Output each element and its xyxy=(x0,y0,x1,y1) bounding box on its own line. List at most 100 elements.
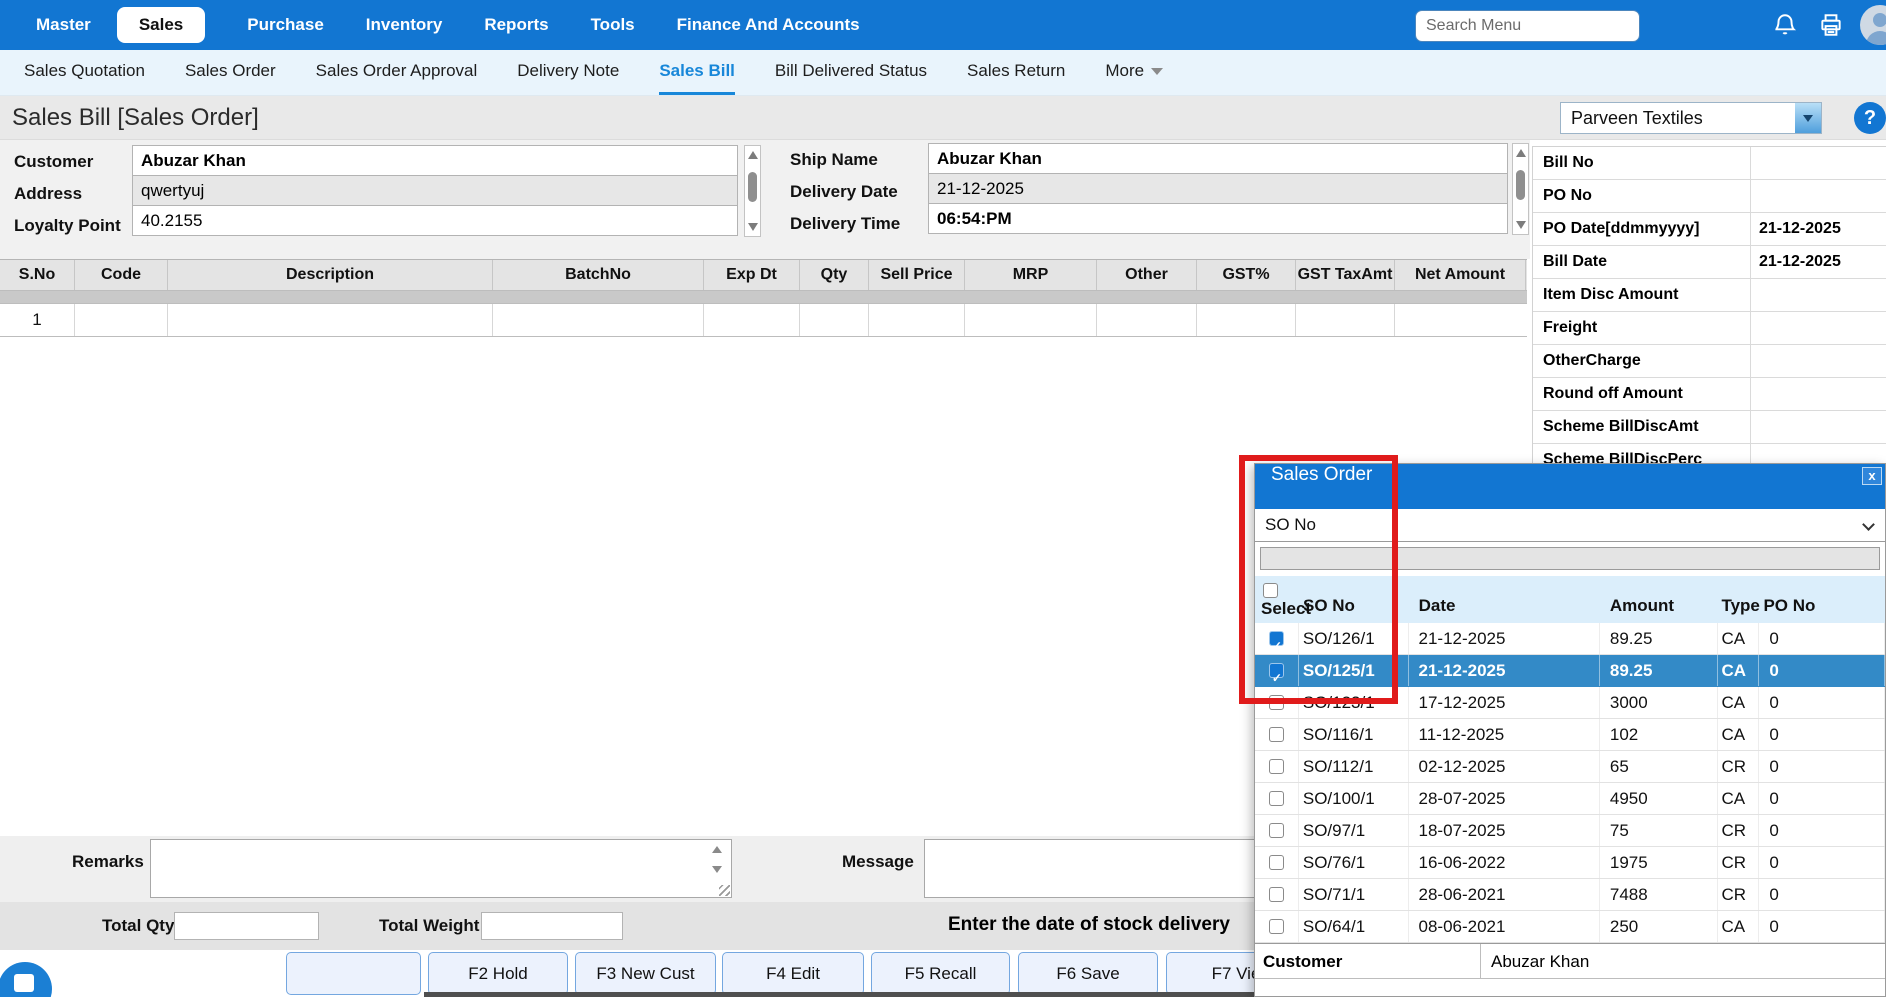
scroll-down-icon[interactable] xyxy=(1516,221,1526,229)
date-cell: 08-06-2021 xyxy=(1409,911,1600,942)
ship-panel-scrollbar[interactable] xyxy=(1512,143,1529,235)
row-checkbox[interactable] xyxy=(1269,823,1284,838)
popup-search-input[interactable] xyxy=(1260,547,1880,570)
nav-finance-and-accounts[interactable]: Finance And Accounts xyxy=(677,15,860,35)
cell-other[interactable] xyxy=(1097,304,1197,336)
delivery-date-input[interactable] xyxy=(928,173,1508,204)
po-no-value[interactable] xyxy=(1751,180,1886,212)
cell-expdt[interactable] xyxy=(704,304,800,336)
bill-date-value[interactable]: 21-12-2025 xyxy=(1751,246,1886,278)
customer-input[interactable] xyxy=(132,145,738,176)
bill-no-value[interactable] xyxy=(1751,147,1886,179)
f5-recall-button[interactable]: F5 Recall xyxy=(871,952,1010,995)
printer-icon[interactable] xyxy=(1818,12,1844,38)
tab-more[interactable]: More xyxy=(1105,50,1163,95)
f4-edit-button[interactable]: F4 Edit xyxy=(722,952,864,995)
row-checkbox[interactable] xyxy=(1269,791,1284,806)
item-disc-amount-value[interactable] xyxy=(1751,279,1886,311)
tab-sales-quotation[interactable]: Sales Quotation xyxy=(24,50,145,95)
so-row[interactable]: SO/116/1 11-12-2025 102 CA 0 xyxy=(1255,719,1885,751)
cell-mrp[interactable] xyxy=(965,304,1097,336)
cell-sno[interactable]: 1 xyxy=(0,304,75,336)
cell-gstpct[interactable] xyxy=(1197,304,1296,336)
other-charge-value[interactable] xyxy=(1751,345,1886,377)
user-avatar[interactable] xyxy=(1860,5,1886,45)
tab-sales-return[interactable]: Sales Return xyxy=(967,50,1065,95)
scrollbar-thumb[interactable] xyxy=(748,172,757,202)
search-menu-input[interactable] xyxy=(1415,10,1640,42)
item-disc-amount-label: Item Disc Amount xyxy=(1533,279,1751,311)
freight-value[interactable] xyxy=(1751,312,1886,344)
total-weight-input[interactable] xyxy=(481,912,623,940)
row-checkbox[interactable] xyxy=(1269,695,1284,710)
nav-master[interactable]: Master xyxy=(36,15,91,35)
cell-description[interactable] xyxy=(168,304,493,336)
f3-new-cust-button[interactable]: F3 New Cust xyxy=(575,952,716,995)
nav-purchase[interactable]: Purchase xyxy=(247,15,324,35)
date-cell: 28-07-2025 xyxy=(1409,783,1600,814)
scroll-down-icon[interactable] xyxy=(748,223,758,231)
so-row[interactable]: SO/112/1 02-12-2025 65 CR 0 xyxy=(1255,751,1885,783)
scroll-up-icon[interactable] xyxy=(748,151,758,159)
scroll-down-icon[interactable] xyxy=(712,866,722,873)
cell-code[interactable] xyxy=(75,304,168,336)
round-off-amount-value[interactable] xyxy=(1751,378,1886,410)
blank-button[interactable] xyxy=(286,952,421,995)
row-checkbox[interactable] xyxy=(1269,759,1284,774)
row-checkbox[interactable] xyxy=(1269,919,1284,934)
nav-reports[interactable]: Reports xyxy=(484,15,548,35)
so-row[interactable]: SO/64/1 08-06-2021 250 CA 0 xyxy=(1255,911,1885,943)
so-row[interactable]: SO/76/1 16-06-2022 1975 CR 0 xyxy=(1255,847,1885,879)
row-checkbox[interactable] xyxy=(1269,727,1284,742)
row-checkbox[interactable] xyxy=(1269,855,1284,870)
total-qty-input[interactable] xyxy=(174,912,319,940)
so-row[interactable]: SO/123/1 17-12-2025 3000 CA 0 xyxy=(1255,687,1885,719)
nav-inventory[interactable]: Inventory xyxy=(366,15,443,35)
so-filter-select[interactable]: SO No xyxy=(1255,509,1885,542)
nav-tools[interactable]: Tools xyxy=(591,15,635,35)
so-row[interactable]: SO/125/1 21-12-2025 89.25 CA 0 xyxy=(1255,655,1885,687)
so-row[interactable]: SO/126/1 21-12-2025 89.25 CA 0 xyxy=(1255,623,1885,655)
tab-sales-order-approval[interactable]: Sales Order Approval xyxy=(316,50,478,95)
cell-sellprice[interactable] xyxy=(869,304,965,336)
resize-grip-icon[interactable] xyxy=(719,885,730,896)
f2-hold-button[interactable]: F2 Hold xyxy=(428,952,568,995)
delivery-time-input[interactable] xyxy=(928,203,1508,234)
select-all-checkbox[interactable] xyxy=(1263,583,1278,598)
company-selector[interactable]: Parveen Textiles xyxy=(1560,102,1822,134)
scheme-billdiscamt-label: Scheme BillDiscAmt xyxy=(1533,411,1751,443)
f6-save-button[interactable]: F6 Save xyxy=(1018,952,1158,995)
help-icon[interactable]: ? xyxy=(1854,102,1886,134)
tab-sales-order[interactable]: Sales Order xyxy=(185,50,276,95)
row-checkbox[interactable] xyxy=(1269,663,1284,678)
scroll-up-icon[interactable] xyxy=(1516,149,1526,157)
tab-sales-bill[interactable]: Sales Bill xyxy=(659,50,735,95)
customer-panel-scrollbar[interactable] xyxy=(744,145,761,237)
cell-netamount[interactable] xyxy=(1395,304,1526,336)
po-no-cell: 0 xyxy=(1759,751,1885,782)
tab-bill-delivered-status[interactable]: Bill Delivered Status xyxy=(775,50,927,95)
tab-delivery-note[interactable]: Delivery Note xyxy=(517,50,619,95)
ship-name-input[interactable] xyxy=(928,143,1508,174)
row-checkbox[interactable] xyxy=(1269,887,1284,902)
scrollbar-thumb[interactable] xyxy=(1516,170,1525,200)
po-date-value[interactable]: 21-12-2025 xyxy=(1751,213,1886,245)
loyalty-point-input[interactable] xyxy=(132,205,738,236)
bell-icon[interactable] xyxy=(1772,12,1798,38)
so-row[interactable]: SO/97/1 18-07-2025 75 CR 0 xyxy=(1255,815,1885,847)
so-row[interactable]: SO/100/1 28-07-2025 4950 CA 0 xyxy=(1255,783,1885,815)
cell-batchno[interactable] xyxy=(493,304,704,336)
cell-gsttaxamt[interactable] xyxy=(1296,304,1395,336)
col-date: Date xyxy=(1409,576,1600,623)
so-row[interactable]: SO/71/1 28-06-2021 7488 CR 0 xyxy=(1255,879,1885,911)
dropdown-arrow-icon[interactable] xyxy=(1795,103,1821,133)
address-input[interactable] xyxy=(132,175,738,206)
close-icon[interactable]: x xyxy=(1862,467,1882,485)
cell-qty[interactable] xyxy=(800,304,869,336)
scheme-billdiscamt-value[interactable] xyxy=(1751,411,1886,443)
remarks-textarea[interactable] xyxy=(150,839,732,898)
po-no-cell: 0 xyxy=(1759,719,1885,750)
scroll-up-icon[interactable] xyxy=(712,846,722,853)
row-checkbox[interactable] xyxy=(1269,631,1284,646)
nav-sales[interactable]: Sales xyxy=(117,7,205,43)
